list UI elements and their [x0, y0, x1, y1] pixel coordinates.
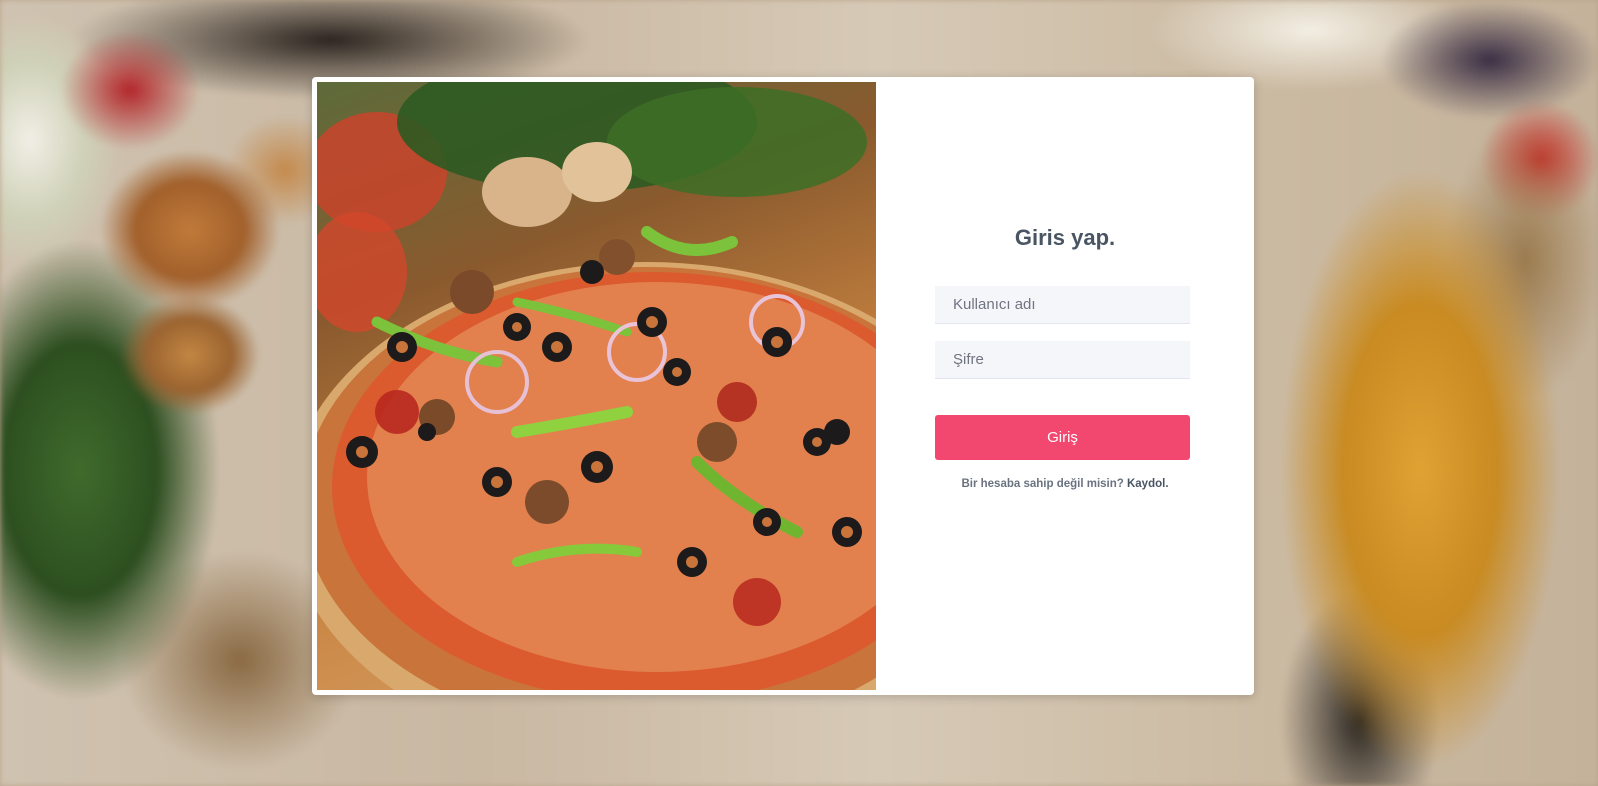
signup-prompt: Bir hesaba sahip değil misin?	[961, 478, 1127, 490]
signup-link[interactable]: Kaydol.	[1127, 478, 1169, 490]
pizza-image	[317, 82, 876, 690]
password-input[interactable]	[935, 341, 1190, 379]
title-rest: yap.	[1065, 225, 1116, 250]
title-bold: Giris	[1014, 225, 1065, 250]
page-title: Giris yap.	[876, 225, 1254, 251]
signup-line: Bir hesaba sahip değil misin? Kaydol.	[876, 478, 1254, 490]
username-input[interactable]	[935, 286, 1190, 324]
login-button[interactable]: Giriş	[935, 415, 1190, 460]
login-card: Giris yap. Giriş Bir hesaba sahip değil …	[312, 77, 1254, 695]
login-panel: Giris yap. Giriş Bir hesaba sahip değil …	[876, 77, 1254, 695]
